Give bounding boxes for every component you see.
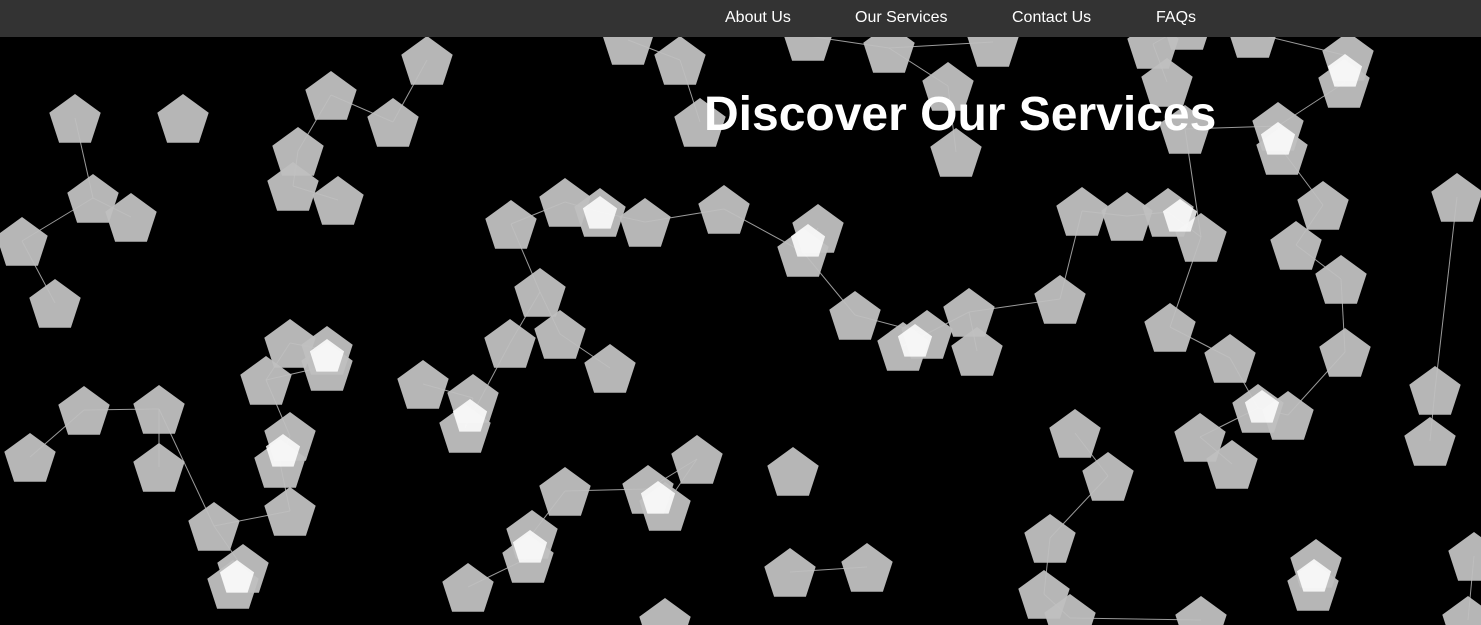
nav-link-our-services[interactable]: Our Services [855,0,947,37]
page: About Us Our Services Contact Us FAQs Di… [0,0,1481,625]
pentagon-particle [514,268,566,317]
pentagon-particle [1315,255,1367,304]
pentagon-particle [1442,596,1481,625]
pentagon-particle [943,288,995,337]
pentagon-particle [829,291,881,340]
pentagon-particle [1101,192,1153,241]
hero-title: Discover Our Services [704,88,1217,141]
pentagon-particle [764,548,816,597]
pentagon-particle [654,36,706,85]
pentagon-particle [188,502,240,551]
pentagon-particle [485,200,537,249]
pentagon-particle [442,563,494,612]
nav-link-contact-us[interactable]: Contact Us [1012,0,1091,37]
pentagon-particle [698,185,750,234]
pentagon-particle [1297,181,1349,230]
pentagon-particle [401,36,453,85]
particle-link-line [1434,196,1458,391]
pentagon-particle [1024,514,1076,563]
pentagon-particle [584,344,636,393]
pentagon-particle [767,447,819,496]
pentagon-particle [397,360,449,409]
nav-link-about-us[interactable]: About Us [725,0,791,37]
pentagon-particle [1175,596,1227,625]
pentagon-particle [1204,334,1256,383]
pentagon-particle [133,385,185,434]
pentagon-particle [1034,275,1086,324]
pentagon-particle [1448,532,1481,581]
pentagon-particle [1082,452,1134,501]
pentagon-particle [639,598,691,625]
top-navbar: About Us Our Services Contact Us FAQs [0,0,1481,37]
pentagon-particle [1144,303,1196,352]
pentagon-particle [841,543,893,592]
pentagon-particle [58,386,110,435]
pentagon-particle [133,443,185,492]
pentagon-particle [671,435,723,484]
pentagon-particle [367,98,419,147]
pentagon-particle [484,319,536,368]
pentagon-particle [619,198,671,247]
pentagon-particle [1056,187,1108,236]
pentagon-particle [4,433,56,482]
pentagon-particle [1319,328,1371,377]
pentagon-particle [264,487,316,536]
pentagon-particle [1049,409,1101,458]
pentagon-particle [534,310,586,359]
pentagon-particle [1404,417,1456,466]
pentagon-particle [49,94,101,143]
pentagon-particle [1431,173,1481,222]
pentagon-particle [305,71,357,120]
nav-link-faqs[interactable]: FAQs [1156,0,1196,37]
pentagon-particle [539,467,591,516]
pentagon-particle [157,94,209,143]
pentagon-particle [0,217,48,266]
pentagon-particle [312,176,364,225]
pentagon-particle [29,279,81,328]
pentagon-particle [1409,366,1461,415]
